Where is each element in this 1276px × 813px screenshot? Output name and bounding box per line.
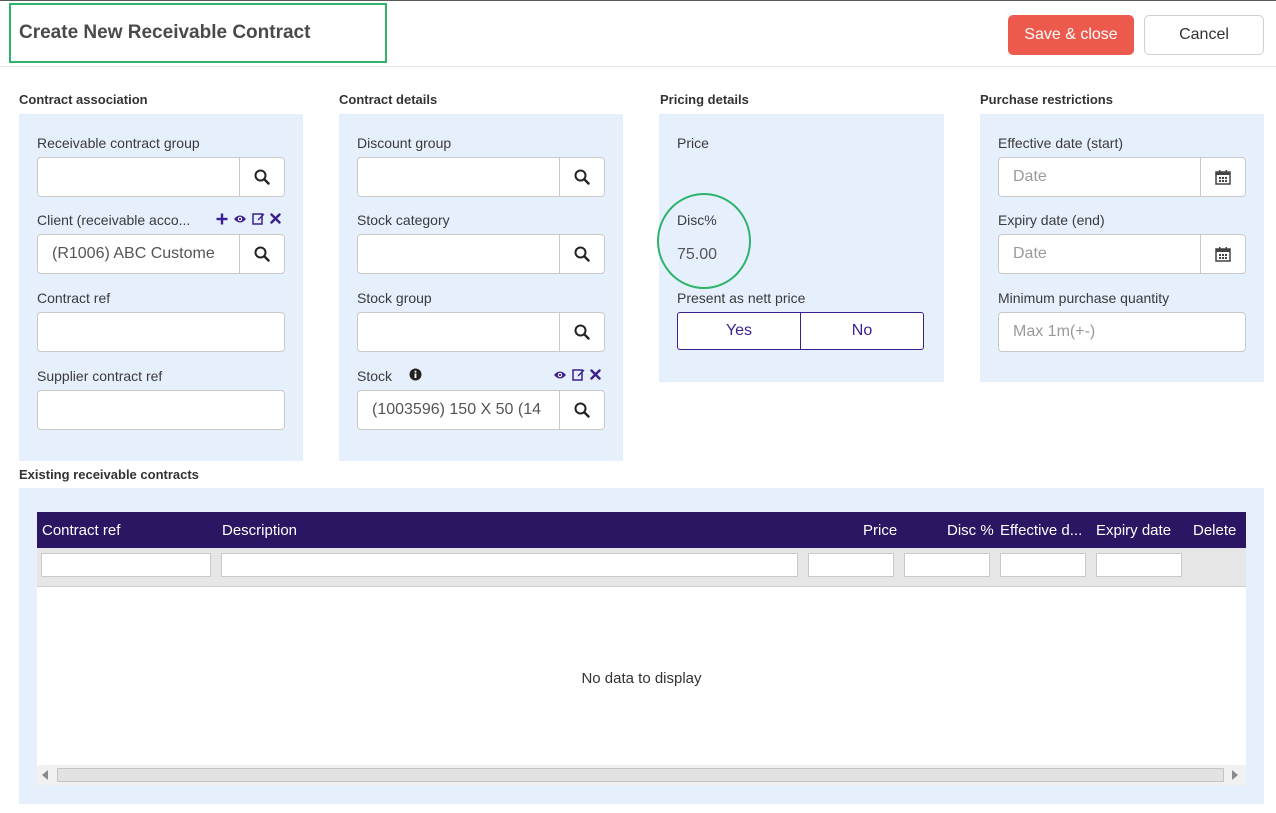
stock-value: (1003596) 150 X 50 (14	[372, 401, 542, 418]
client-value: (R1006) ABC Custome	[52, 245, 215, 262]
section-title-purchase-restrictions: Purchase restrictions	[980, 92, 1113, 107]
filter-description[interactable]	[221, 553, 798, 577]
grid-header: Contract ref Description Price Disc % Ef…	[37, 512, 1246, 548]
scroll-left-icon[interactable]	[42, 770, 48, 780]
column-header-delete[interactable]: Delete	[1193, 522, 1236, 539]
stock-category-label: Stock category	[357, 212, 450, 228]
price-label: Price	[677, 135, 709, 151]
filter-price[interactable]	[808, 553, 894, 577]
disc-highlight-circle	[657, 193, 751, 289]
window-top-border	[0, 0, 1276, 1]
supplier-ref-label: Supplier contract ref	[37, 368, 163, 384]
min-qty-input[interactable]: Max 1m(+-)	[998, 312, 1246, 352]
effective-date-placeholder: Date	[1013, 168, 1047, 185]
search-icon[interactable]	[559, 391, 604, 429]
stock-group-label: Stock group	[357, 290, 432, 306]
plus-icon[interactable]	[216, 213, 228, 225]
stock-actions	[553, 368, 601, 381]
filter-contract-ref[interactable]	[41, 553, 211, 577]
header-divider	[0, 66, 1276, 67]
column-header-effective-date[interactable]: Effective d...	[1000, 522, 1082, 539]
discount-group-label: Discount group	[357, 135, 452, 151]
scrollbar-thumb[interactable]	[57, 768, 1224, 782]
search-icon[interactable]	[239, 158, 284, 196]
eye-icon[interactable]	[553, 369, 567, 381]
eye-icon[interactable]	[233, 213, 247, 225]
column-header-disc[interactable]: Disc %	[947, 522, 994, 539]
edit-icon[interactable]	[572, 368, 585, 381]
filter-expiry-date[interactable]	[1096, 553, 1182, 577]
stock-category-field[interactable]	[357, 234, 605, 274]
receivable-group-field[interactable]	[37, 157, 285, 197]
page-title: Create New Receivable Contract	[19, 22, 311, 43]
contract-ref-label: Contract ref	[37, 290, 111, 306]
section-title-existing-contracts: Existing receivable contracts	[19, 467, 199, 482]
discount-group-field[interactable]	[357, 157, 605, 197]
client-label: Client (receivable acco...	[37, 212, 191, 228]
expiry-date-field[interactable]: Date	[998, 234, 1246, 274]
section-title-contract-details: Contract details	[339, 92, 438, 107]
nett-price-toggle: Yes No	[677, 312, 924, 350]
search-icon[interactable]	[559, 313, 604, 351]
calendar-icon[interactable]	[1200, 158, 1245, 196]
no-data-message: No data to display	[581, 670, 702, 687]
section-title-pricing-details: Pricing details	[660, 92, 749, 107]
yes-option[interactable]: Yes	[678, 313, 801, 349]
effective-date-label: Effective date (start)	[998, 135, 1124, 151]
filter-disc[interactable]	[904, 553, 990, 577]
search-icon[interactable]	[559, 158, 604, 196]
expiry-date-label: Expiry date (end)	[998, 212, 1105, 228]
stock-label: Stock	[357, 368, 393, 384]
info-icon[interactable]	[409, 368, 422, 381]
grid-filter-row	[37, 548, 1246, 587]
min-qty-placeholder: Max 1m(+-)	[1013, 323, 1096, 340]
contract-ref-input[interactable]	[37, 312, 285, 352]
column-header-expiry-date[interactable]: Expiry date	[1096, 522, 1171, 539]
filter-effective-date[interactable]	[1000, 553, 1086, 577]
close-icon[interactable]	[590, 369, 601, 380]
no-option[interactable]: No	[801, 313, 923, 349]
min-qty-label: Minimum purchase quantity	[998, 290, 1170, 306]
grid-body: No data to display	[37, 587, 1246, 765]
column-header-description[interactable]: Description	[222, 522, 297, 539]
client-actions	[216, 212, 281, 225]
close-icon[interactable]	[270, 213, 281, 224]
nett-price-label: Present as nett price	[677, 290, 806, 306]
section-title-contract-association: Contract association	[19, 92, 148, 107]
column-header-contract-ref[interactable]: Contract ref	[42, 522, 120, 539]
save-close-button[interactable]: Save & close	[1008, 15, 1134, 55]
edit-icon[interactable]	[252, 212, 265, 225]
receivable-group-label: Receivable contract group	[37, 135, 200, 151]
calendar-icon[interactable]	[1200, 235, 1245, 273]
stock-field[interactable]: (1003596) 150 X 50 (14	[357, 390, 605, 430]
stock-group-field[interactable]	[357, 312, 605, 352]
expiry-date-placeholder: Date	[1013, 245, 1047, 262]
effective-date-field[interactable]: Date	[998, 157, 1246, 197]
horizontal-scrollbar[interactable]	[37, 765, 1246, 785]
scroll-right-icon[interactable]	[1232, 770, 1238, 780]
search-icon[interactable]	[239, 235, 284, 273]
client-field[interactable]: (R1006) ABC Custome	[37, 234, 285, 274]
cancel-button[interactable]: Cancel	[1144, 15, 1264, 55]
search-icon[interactable]	[559, 235, 604, 273]
supplier-ref-input[interactable]	[37, 390, 285, 430]
column-header-price[interactable]: Price	[863, 522, 897, 539]
